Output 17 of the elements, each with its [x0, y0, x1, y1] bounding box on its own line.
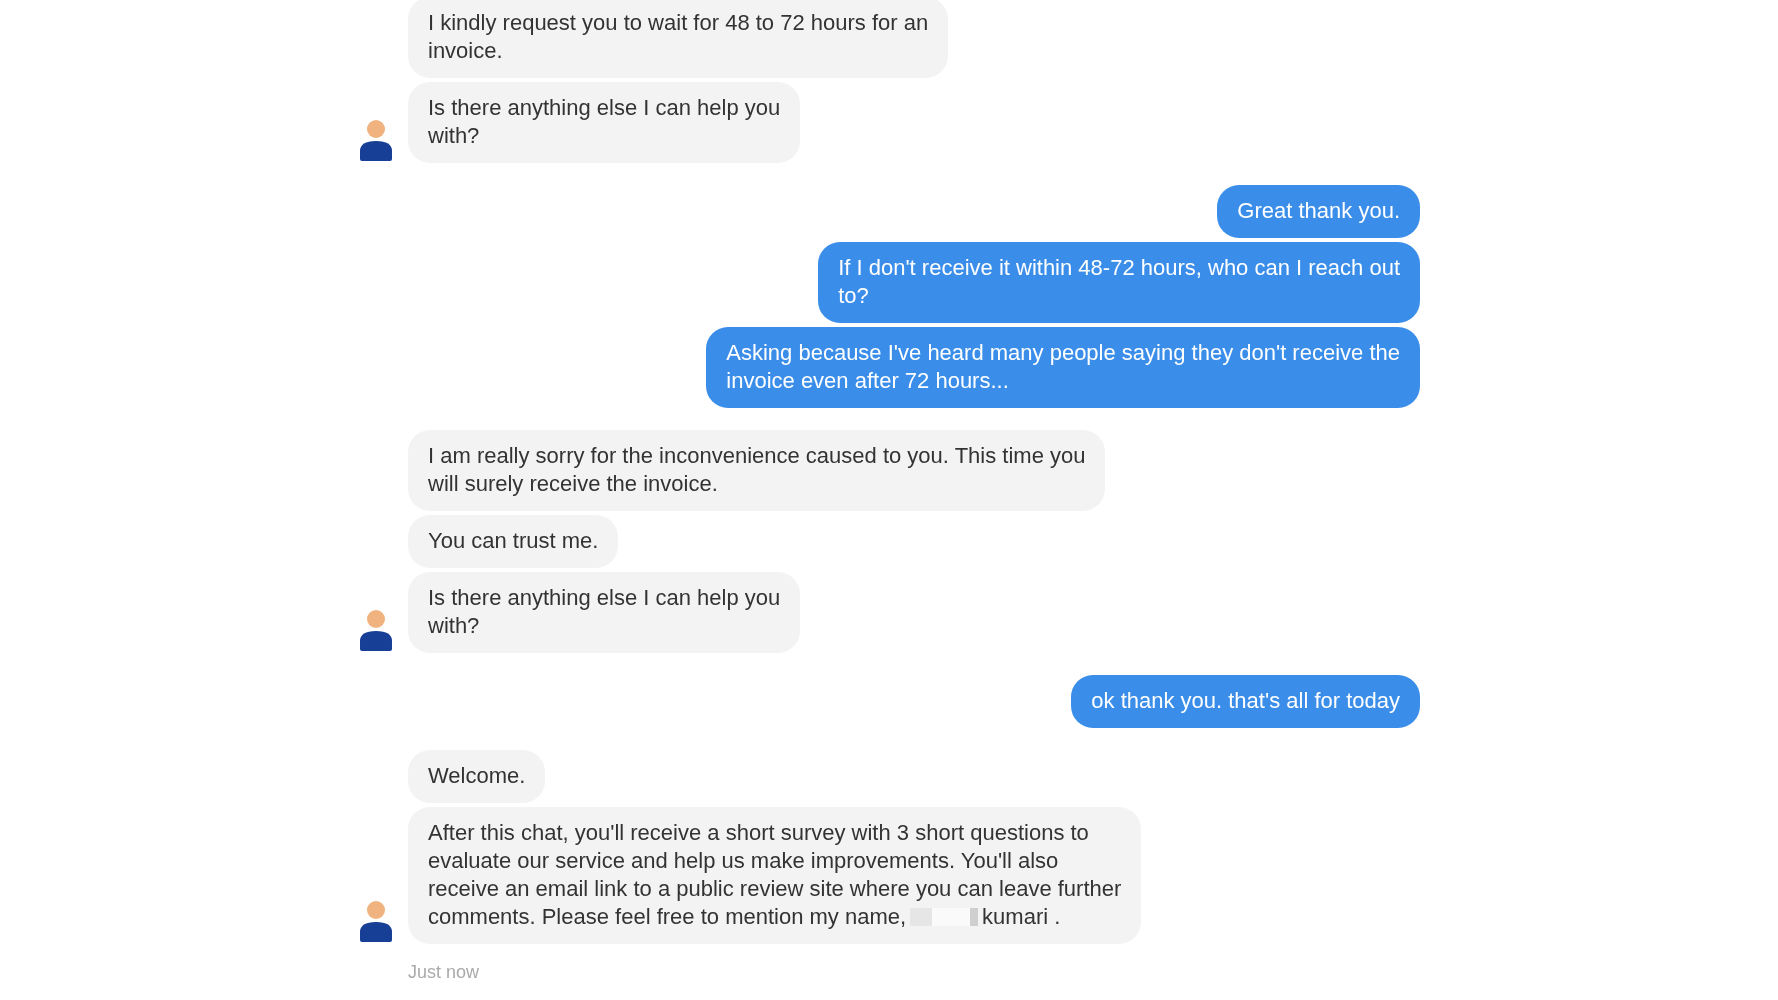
avatar-icon: [358, 609, 394, 651]
message-bubble: ok thank you. that's all for today: [1071, 675, 1420, 728]
message-bubble: Great thank you.: [1217, 185, 1420, 238]
message-bubble: If I don't receive it within 48-72 hours, who can I reach out to?: [818, 242, 1420, 323]
redaction-mark: [910, 908, 979, 926]
avatar-icon: [358, 119, 394, 161]
message-bubble: You can trust me.: [408, 515, 619, 568]
avatar-icon: [358, 900, 394, 942]
message-bubble: I am really sorry for the inconvenience caused to you. This time you will surely receive the invoice.: [408, 430, 1106, 511]
message-bubble: Is there anything else I can help you with?: [408, 82, 801, 163]
message-bubble: Is there anything else I can help you with?: [408, 572, 801, 653]
message-bubble: I kindly request you to wait for 48 to 72 hours for an invoice.: [408, 0, 949, 78]
message-text: comments. Please feel free to mention my name,: [428, 903, 907, 931]
message-bubble: Asking because I've heard many people saying they don't receive the invoice even after 72 hours...: [706, 327, 1420, 408]
timestamp: Just now: [408, 962, 481, 983]
message-bubble: Welcome.: [408, 750, 546, 803]
message-text: kumari .: [982, 903, 1061, 931]
